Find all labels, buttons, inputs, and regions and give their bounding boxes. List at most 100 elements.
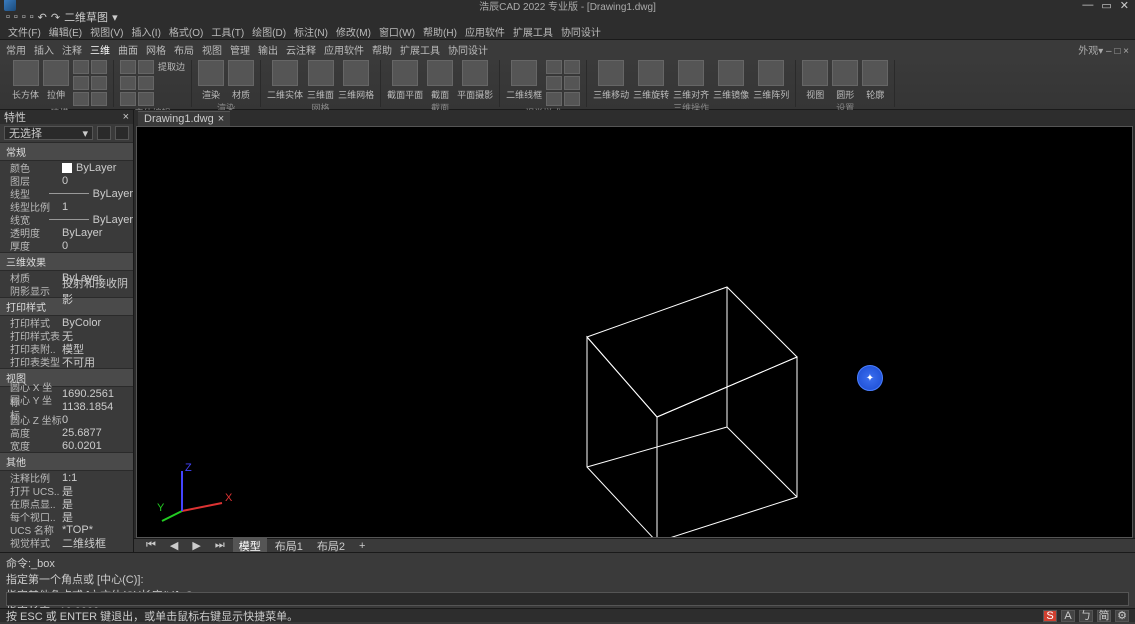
box-button[interactable]: 长方体 xyxy=(12,60,39,101)
tab-collab[interactable]: 协同设计 xyxy=(448,42,488,57)
qat-undo-icon[interactable]: ↶ xyxy=(38,11,47,24)
viewport[interactable]: ✦ X Y Z xyxy=(136,126,1133,538)
wireframe-button[interactable]: 二维线框 xyxy=(506,60,542,101)
command-input[interactable] xyxy=(6,592,1129,606)
menu-file[interactable]: 文件(F) xyxy=(6,24,43,39)
tab-output[interactable]: 输出 xyxy=(258,42,278,57)
3darray-button[interactable]: 三维阵列 xyxy=(753,60,789,101)
menu-collab[interactable]: 协同设计 xyxy=(559,24,603,39)
prop-value[interactable]: 0 xyxy=(62,175,133,187)
prop-value[interactable]: 60.0201 xyxy=(62,440,133,452)
tab-home[interactable]: 常用 xyxy=(6,42,26,57)
qat-workspace[interactable]: 二维草图 xyxy=(64,9,108,25)
menu-tools[interactable]: 工具(T) xyxy=(209,24,246,39)
prop-value[interactable]: 二维线框 xyxy=(62,535,133,551)
prop-row[interactable]: 视觉样式二维线框 xyxy=(0,536,133,549)
prop-value[interactable]: 1 xyxy=(62,201,133,213)
menu-dimension[interactable]: 标注(N) xyxy=(292,24,330,39)
extrude-button[interactable]: 拉伸 xyxy=(43,60,69,101)
prop-value[interactable]: 是 xyxy=(62,509,133,525)
prop-value[interactable]: 0 xyxy=(62,414,133,426)
maximize-icon[interactable]: ▭ xyxy=(1101,0,1111,12)
tab-surface[interactable]: 曲面 xyxy=(118,42,138,57)
material-button[interactable]: 材质 xyxy=(228,60,254,101)
tab-help[interactable]: 帮助 xyxy=(372,42,392,57)
status-simplified-icon[interactable]: 简 xyxy=(1097,610,1111,622)
selection-combo[interactable]: 无选择▾ xyxy=(4,126,93,140)
prop-group-header[interactable]: 常规 xyxy=(0,142,133,161)
status-pinyin-icon[interactable]: ㄅ xyxy=(1079,610,1093,622)
3dface-button[interactable]: 三维面 xyxy=(307,60,334,101)
section-plane-button[interactable]: 截面平面 xyxy=(387,60,423,101)
prop-row[interactable]: 厚度0 xyxy=(0,239,133,252)
prop-value[interactable]: ByLayer xyxy=(62,227,133,239)
tab-app[interactable]: 应用软件 xyxy=(324,42,364,57)
3dalign-button[interactable]: 三维对齐 xyxy=(673,60,709,101)
properties-header[interactable]: 特性× xyxy=(0,110,133,124)
prop-row[interactable]: 阴影显示投射和接收阴影 xyxy=(0,284,133,297)
tab-layout[interactable]: 布局 xyxy=(174,42,194,57)
modeling-mini-buttons[interactable] xyxy=(73,60,107,106)
properties-body[interactable]: 常规颜色ByLayer图层0线型ByLayer线型比例1线宽ByLayer透明度… xyxy=(0,142,133,552)
prop-value[interactable]: ByLayer xyxy=(49,214,133,226)
2dsolid-button[interactable]: 二维实体 xyxy=(267,60,303,101)
tab-3d[interactable]: 三维 xyxy=(90,42,110,57)
prop-group-header[interactable]: 其他 xyxy=(0,452,133,471)
minimize-icon[interactable]: — xyxy=(1082,0,1093,12)
nav-prev-icon[interactable]: ◀ xyxy=(164,539,184,552)
prop-value[interactable]: 不可用 xyxy=(62,354,133,370)
nav-last-icon[interactable]: ⏭ xyxy=(209,539,231,552)
command-history[interactable]: 命令:_box 指定第一个角点或 [中心(C)]: 指定其他角点或 [立方体(C… xyxy=(0,552,1135,608)
tab-cloud[interactable]: 云注释 xyxy=(286,42,316,57)
view-button[interactable]: 视图 xyxy=(802,60,828,101)
prop-value[interactable]: ByLayer xyxy=(62,162,133,174)
3drotate-button[interactable]: 三维旋转 xyxy=(633,60,669,101)
menu-insert[interactable]: 插入(I) xyxy=(129,24,162,39)
close-panel-icon[interactable]: × xyxy=(123,111,129,123)
prop-value[interactable]: 1138.1854 xyxy=(62,401,133,413)
visual-mini[interactable] xyxy=(546,60,580,106)
ribbon-right-controls[interactable]: 外观▾ – □ × xyxy=(1078,42,1129,57)
tab-ext[interactable]: 扩展工具 xyxy=(400,42,440,57)
prop-value[interactable]: ByLayer xyxy=(49,188,133,200)
status-a-icon[interactable]: A xyxy=(1061,610,1075,622)
qat-save-icon[interactable]: ▫ xyxy=(22,11,26,23)
prop-value[interactable]: 0 xyxy=(62,240,133,252)
menu-ext[interactable]: 扩展工具 xyxy=(511,24,555,39)
profile-button[interactable]: 轮廓 xyxy=(862,60,888,101)
prop-value[interactable]: 投射和接收阴影 xyxy=(62,275,133,307)
3dmesh-button[interactable]: 三维网格 xyxy=(338,60,374,101)
menu-modify[interactable]: 修改(M) xyxy=(334,24,373,39)
3dmirror-button[interactable]: 三维镜像 xyxy=(713,60,749,101)
menu-format[interactable]: 格式(O) xyxy=(167,24,205,39)
ime-indicator-icon[interactable]: S xyxy=(1043,610,1057,622)
menu-app[interactable]: 应用软件 xyxy=(463,24,507,39)
qat-new-icon[interactable]: ▫ xyxy=(6,11,10,23)
prop-row[interactable]: 宽度60.0201 xyxy=(0,439,133,452)
close-icon[interactable]: ✕ xyxy=(1120,0,1129,12)
prop-group-header[interactable]: 三维效果 xyxy=(0,252,133,271)
pick-icon[interactable] xyxy=(115,126,129,140)
tab-view[interactable]: 视图 xyxy=(202,42,222,57)
nav-next-icon[interactable]: ▶ xyxy=(186,539,206,552)
3dmove-button[interactable]: 三维移动 xyxy=(593,60,629,101)
tab-add-layout[interactable]: + xyxy=(353,540,371,552)
nav-first-icon[interactable]: ⏮ xyxy=(140,539,162,552)
prop-row[interactable]: 打印表类型不可用 xyxy=(0,355,133,368)
tab-mesh[interactable]: 网格 xyxy=(146,42,166,57)
qat-open-icon[interactable]: ▫ xyxy=(14,11,18,23)
menu-edit[interactable]: 编辑(E) xyxy=(47,24,84,39)
tab-manage[interactable]: 管理 xyxy=(230,42,250,57)
section-button[interactable]: 截面 xyxy=(427,60,453,101)
menu-view[interactable]: 视图(V) xyxy=(88,24,125,39)
flat-shot-button[interactable]: 平面摄影 xyxy=(457,60,493,101)
qat-print-icon[interactable]: ▫ xyxy=(30,11,34,23)
solid-edit-mini[interactable] xyxy=(120,60,154,106)
prop-value[interactable]: 25.6877 xyxy=(62,427,133,439)
menu-window[interactable]: 窗口(W) xyxy=(377,24,417,39)
menu-help[interactable]: 帮助(H) xyxy=(421,24,459,39)
circle-button[interactable]: 圆形 xyxy=(832,60,858,101)
menu-draw[interactable]: 绘图(D) xyxy=(250,24,288,39)
quick-select-icon[interactable] xyxy=(97,126,111,140)
tab-annotate[interactable]: 注释 xyxy=(62,42,82,57)
